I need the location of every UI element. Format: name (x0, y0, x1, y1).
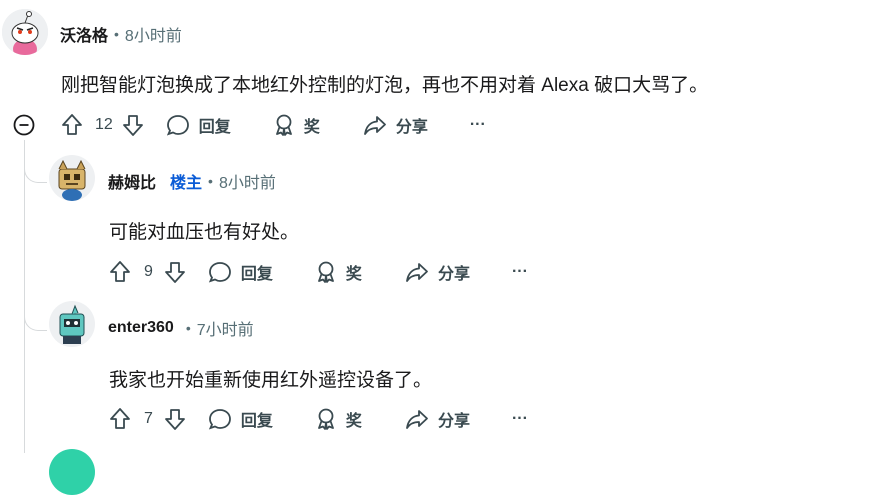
comment-bubble-icon (166, 115, 189, 136)
thread-connector-2 (24, 300, 47, 331)
separator-dot: • (208, 173, 213, 189)
share-button[interactable]: 分享 (404, 407, 470, 431)
comment-bubble-icon (208, 409, 231, 430)
share-label: 分享 (437, 266, 470, 283)
comment-actions: 12 回复 奖 分享 ··· (60, 112, 486, 138)
reply-label: 回复 (198, 119, 231, 136)
collapse-thread-button[interactable] (13, 114, 35, 136)
award-icon (275, 114, 292, 136)
upvote-icon (62, 114, 82, 135)
avatar[interactable] (2, 9, 48, 55)
upvote-icon (110, 408, 130, 429)
share-label: 分享 (437, 413, 470, 430)
snoo-avatar-icon (2, 9, 48, 55)
thread-line-root (24, 140, 25, 453)
upvote-button[interactable] (60, 112, 84, 138)
comment-timestamp[interactable]: 7小时前 (197, 316, 254, 340)
robot-avatar-icon (49, 155, 95, 201)
vote-count: 7 (144, 410, 153, 427)
comment-actions: 7 回复 奖 分享 ··· (108, 406, 528, 432)
avatar[interactable] (49, 449, 95, 495)
award-icon (318, 261, 334, 283)
vote-count: 9 (144, 263, 153, 280)
vote-count: 12 (95, 116, 113, 133)
reply-button[interactable]: 回复 (207, 407, 273, 431)
comment-author[interactable]: 赫姆比 (108, 169, 156, 193)
thread-connector-1 (24, 150, 47, 183)
share-icon (406, 263, 428, 282)
downvote-button[interactable] (121, 112, 145, 138)
reply-button[interactable]: 回复 (207, 260, 273, 284)
downvote-icon (165, 262, 185, 283)
downvote-button[interactable] (163, 259, 187, 285)
downvote-icon (165, 409, 185, 430)
comment-body: 可能对血压也有好处。 (109, 222, 300, 243)
share-icon (406, 410, 428, 429)
avatar[interactable] (49, 155, 95, 201)
award-icon (318, 408, 334, 430)
comment-timestamp[interactable]: 8小时前 (125, 22, 182, 46)
separator-dot: • (114, 26, 119, 42)
more-options-button[interactable]: ··· (512, 263, 528, 281)
more-options-button[interactable]: ··· (512, 410, 528, 428)
share-button[interactable]: 分享 (404, 260, 470, 284)
share-button[interactable]: 分享 (362, 113, 428, 137)
downvote-icon (122, 115, 143, 136)
comment-timestamp[interactable]: 8小时前 (219, 169, 276, 193)
reply-label: 回复 (240, 413, 273, 430)
avatar[interactable] (49, 301, 95, 347)
robot-avatar-icon (49, 301, 95, 347)
comment-author[interactable]: enter360 (108, 319, 174, 337)
share-label: 分享 (395, 119, 428, 136)
award-button[interactable]: 奖 (315, 407, 362, 431)
minus-circle-icon (13, 114, 35, 136)
comment-author[interactable]: 沃洛格 (60, 22, 108, 46)
upvote-button[interactable] (108, 406, 132, 432)
separator-dot: • (185, 320, 191, 336)
more-options-button[interactable]: ··· (470, 116, 486, 134)
op-badge: 楼主 (170, 175, 203, 192)
award-button[interactable]: 奖 (273, 113, 320, 137)
comment-bubble-icon (208, 262, 231, 283)
comment-body: 我家也开始重新使用红外遥控设备了。 (109, 370, 433, 391)
downvote-button[interactable] (163, 406, 187, 432)
award-button[interactable]: 奖 (315, 260, 362, 284)
upvote-button[interactable] (108, 259, 132, 285)
comment-actions: 9 回复 奖 分享 ··· (108, 259, 528, 285)
award-label: 奖 (303, 119, 320, 136)
upvote-icon (110, 261, 130, 282)
reply-label: 回复 (240, 266, 273, 283)
award-label: 奖 (345, 266, 362, 283)
comment-body: 刚把智能灯泡换成了本地红外控制的灯泡，再也不用对着 Alexa 破口大骂了。 (61, 75, 709, 96)
award-label: 奖 (345, 413, 362, 430)
reply-button[interactable]: 回复 (165, 113, 231, 137)
share-icon (363, 116, 386, 135)
